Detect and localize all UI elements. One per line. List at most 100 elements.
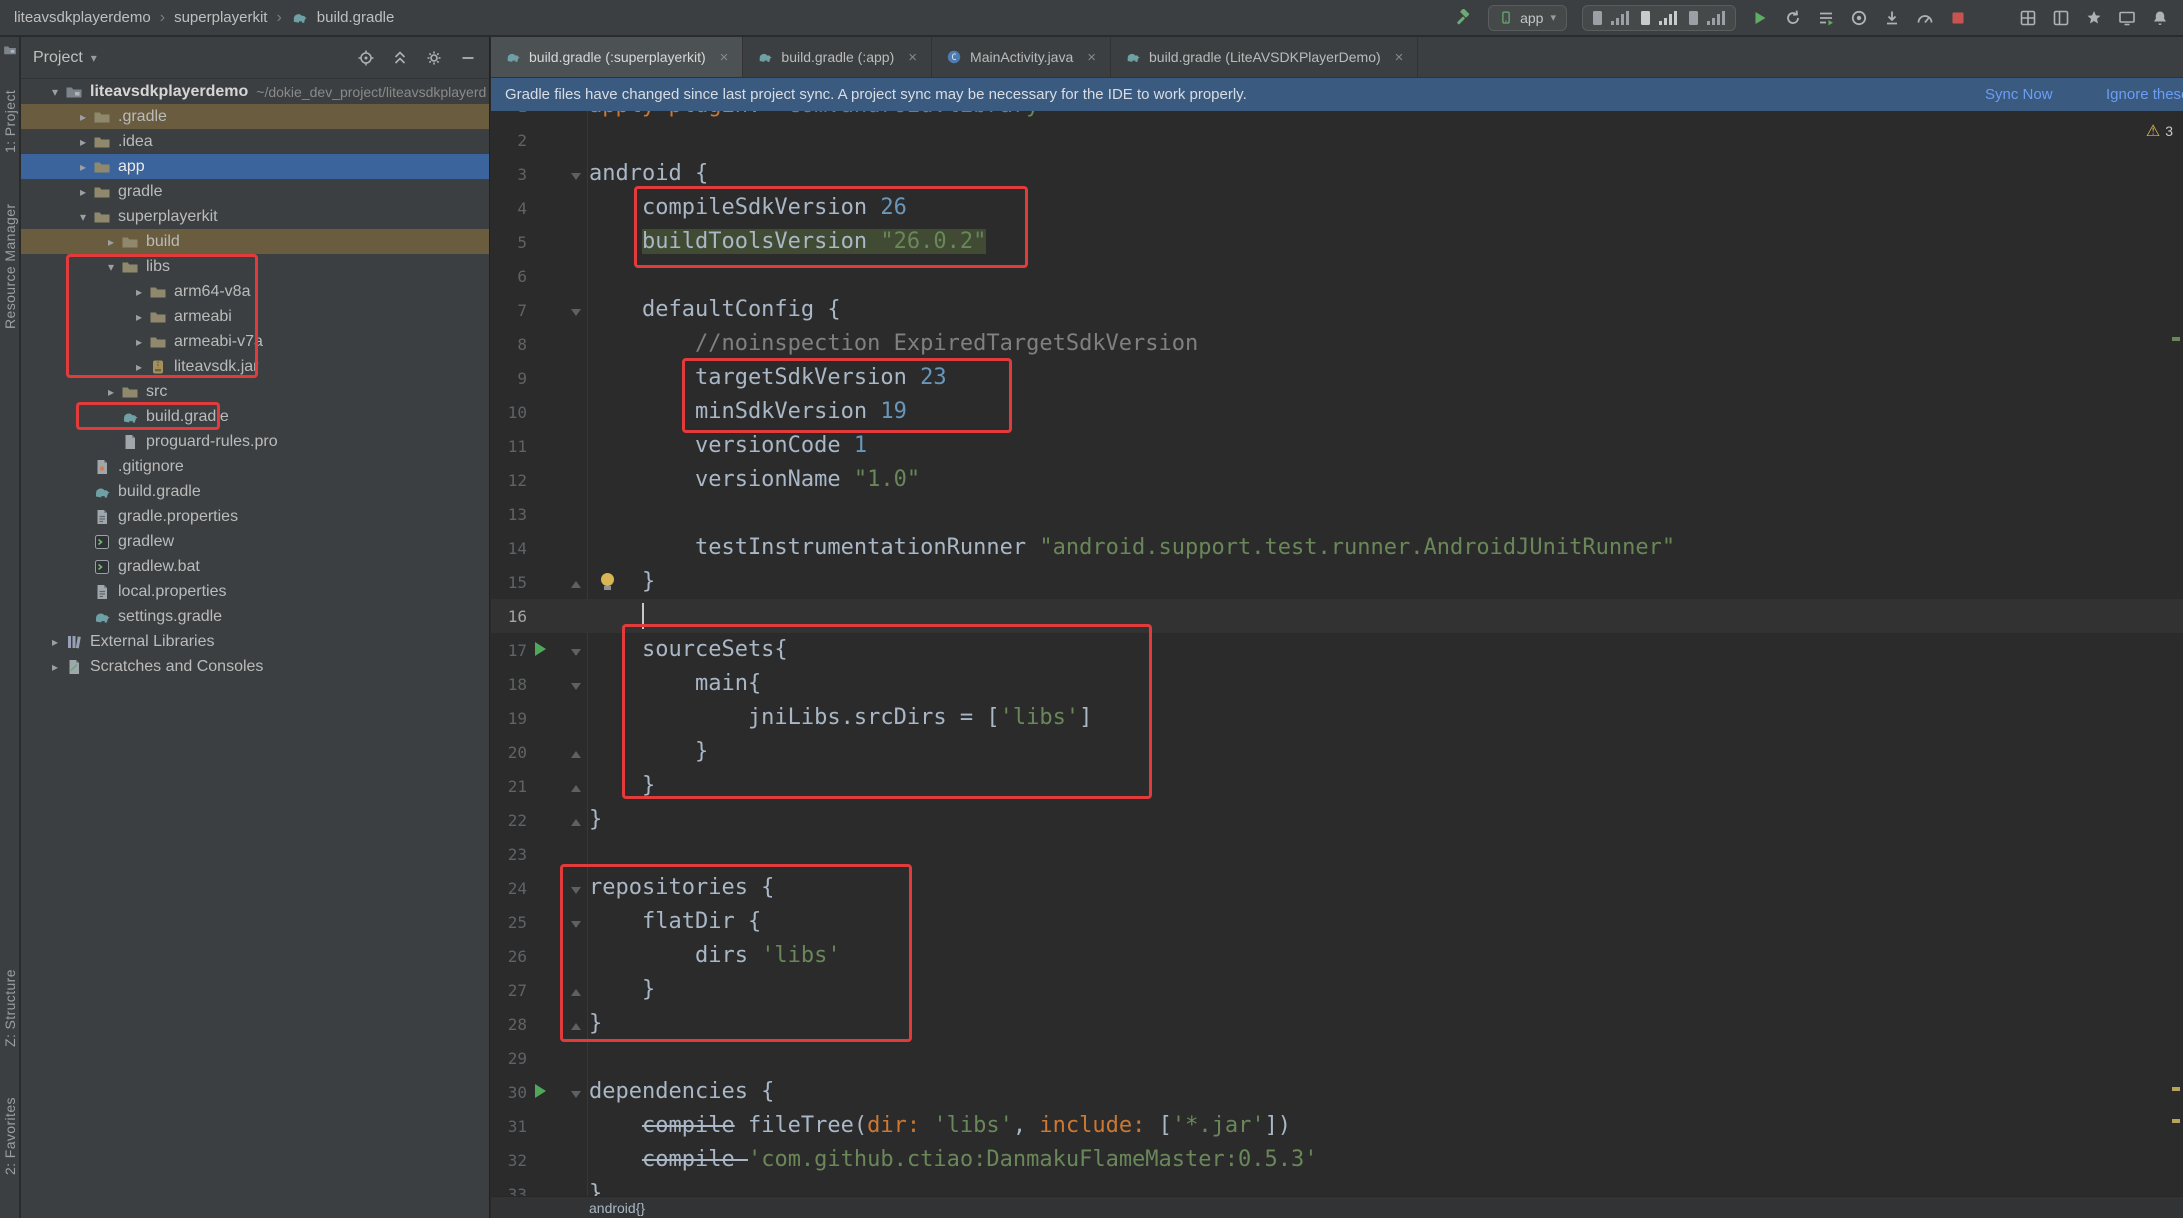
tree-item-settings-gradle[interactable]: settings.gradle (21, 604, 489, 629)
tab-close-icon[interactable]: × (1087, 49, 1096, 66)
tree-expand-arrow-icon[interactable]: ▾ (101, 260, 121, 274)
stop-icon[interactable] (1949, 9, 1967, 27)
run-line-icon[interactable] (535, 1084, 546, 1098)
code-line-15[interactable]: 15 } (491, 565, 2183, 599)
tree-expand-arrow-icon[interactable]: ▸ (129, 335, 149, 349)
error-stripe-mark[interactable] (2172, 1119, 2180, 1123)
fold-marker-icon[interactable] (571, 309, 581, 316)
tree-item-gradle[interactable]: ▸gradle (21, 179, 489, 204)
code-line-25[interactable]: 25 flatDir { (491, 905, 2183, 939)
fold-marker-icon[interactable] (571, 921, 581, 928)
code-line-33[interactable]: 33} (491, 1177, 2183, 1196)
editor-tab-build-gradle-app[interactable]: build.gradle (:app)× (743, 37, 932, 77)
tree-expand-arrow-icon[interactable]: ▾ (45, 85, 65, 99)
code-line-23[interactable]: 23 (491, 837, 2183, 871)
tree-item-armeabi[interactable]: ▸armeabi (21, 304, 489, 329)
code-line-13[interactable]: 13 (491, 497, 2183, 531)
breadcrumb-android-block[interactable]: android{} (589, 1200, 645, 1216)
code-line-27[interactable]: 27 } (491, 973, 2183, 1007)
tree-item-gradle-properties[interactable]: gradle.properties (21, 504, 489, 529)
line-number[interactable]: 27 (491, 974, 527, 1008)
ignore-changes-link[interactable]: Ignore these changes (2106, 78, 2183, 111)
code-line-5[interactable]: 5 buildToolsVersion "26.0.2" (491, 225, 2183, 259)
tree-item-idea[interactable]: ▸.idea (21, 129, 489, 154)
tree-item-arm64-v8a[interactable]: ▸arm64-v8a (21, 279, 489, 304)
line-number[interactable]: 17 (491, 634, 527, 668)
tree-expand-arrow-icon[interactable]: ▸ (45, 660, 65, 674)
code-line-11[interactable]: 11 versionCode 1 (491, 429, 2183, 463)
tree-item-superplayerkit[interactable]: ▾superplayerkit (21, 204, 489, 229)
breadcrumb-file[interactable]: build.gradle (317, 9, 395, 26)
tree-expand-arrow-icon[interactable]: ▸ (45, 635, 65, 649)
code-line-10[interactable]: 10 minSdkVersion 19 (491, 395, 2183, 429)
fold-marker-icon[interactable] (571, 887, 581, 894)
line-number[interactable]: 6 (491, 260, 527, 294)
tree-item-gradlew-bat[interactable]: gradlew.bat (21, 554, 489, 579)
line-number[interactable]: 13 (491, 498, 527, 532)
magic-star-icon[interactable] (2085, 9, 2103, 27)
settings-icon[interactable] (425, 49, 443, 67)
tool-button-structure[interactable]: Z: Structure (0, 948, 20, 1068)
fold-marker-icon[interactable] (571, 989, 581, 996)
code-line-31[interactable]: 31 compile fileTree(dir: 'libs', include… (491, 1109, 2183, 1143)
line-number[interactable]: 16 (491, 600, 527, 634)
build-hammer-icon[interactable] (1455, 9, 1473, 27)
line-number[interactable]: 26 (491, 940, 527, 974)
line-number[interactable]: 24 (491, 872, 527, 906)
tree-expand-arrow-icon[interactable]: ▸ (129, 285, 149, 299)
line-number[interactable]: 31 (491, 1110, 527, 1144)
line-number[interactable]: 14 (491, 532, 527, 566)
coverage-icon[interactable] (1850, 9, 1868, 27)
tree-item-local-properties[interactable]: local.properties (21, 579, 489, 604)
line-number[interactable]: 22 (491, 804, 527, 838)
code-line-21[interactable]: 21 } (491, 769, 2183, 803)
run-icon[interactable] (1751, 9, 1769, 27)
run-line-icon[interactable] (535, 642, 546, 656)
fold-marker-icon[interactable] (571, 683, 581, 690)
tab-close-icon[interactable]: × (1395, 49, 1404, 66)
line-number[interactable]: 28 (491, 1008, 527, 1042)
hide-icon[interactable] (459, 49, 477, 67)
line-number[interactable]: 7 (491, 294, 527, 328)
fold-marker-icon[interactable] (571, 751, 581, 758)
tool-button-resource-manager[interactable]: Resource Manager (0, 179, 20, 354)
line-number[interactable]: 9 (491, 362, 527, 396)
tree-item-gradle[interactable]: ▸.gradle (21, 104, 489, 129)
code-editor[interactable]: 1apply plugin: 'com.android.library'23an… (491, 78, 2183, 1196)
tree-item-src[interactable]: ▸src (21, 379, 489, 404)
line-number[interactable]: 8 (491, 328, 527, 362)
code-line-8[interactable]: 8 //noinspection ExpiredTargetSdkVersion (491, 327, 2183, 361)
line-number[interactable]: 23 (491, 838, 527, 872)
line-number[interactable]: 5 (491, 226, 527, 260)
tree-item-gitignore[interactable]: .gitignore (21, 454, 489, 479)
code-line-22[interactable]: 22} (491, 803, 2183, 837)
tree-expand-arrow-icon[interactable]: ▾ (73, 210, 93, 224)
code-line-4[interactable]: 4 compileSdkVersion 26 (491, 191, 2183, 225)
tree-item-app[interactable]: ▸app (21, 154, 489, 179)
notifications-bell-icon[interactable] (2151, 9, 2169, 27)
tree-item-scratches-and-consoles[interactable]: ▸Scratches and Consoles (21, 654, 489, 679)
code-line-19[interactable]: 19 jniLibs.srcDirs = ['libs'] (491, 701, 2183, 735)
tree-expand-arrow-icon[interactable]: ▸ (73, 185, 93, 199)
layout-panels-icon[interactable] (2052, 9, 2070, 27)
fold-marker-icon[interactable] (571, 173, 581, 180)
line-number[interactable]: 12 (491, 464, 527, 498)
line-number[interactable]: 4 (491, 192, 527, 226)
line-number[interactable]: 25 (491, 906, 527, 940)
code-line-20[interactable]: 20 } (491, 735, 2183, 769)
line-number[interactable]: 15 (491, 566, 527, 600)
editor-tab-mainactivity-java[interactable]: CMainActivity.java× (932, 37, 1111, 77)
tree-item-liteavsdkplayerdemo[interactable]: ▾liteavsdkplayerdemo~/dokie_dev_project/… (21, 79, 489, 104)
profiler-icon[interactable] (1916, 9, 1934, 27)
code-line-6[interactable]: 6 (491, 259, 2183, 293)
tree-item-proguard-rules-pro[interactable]: proguard-rules.pro (21, 429, 489, 454)
fold-marker-icon[interactable] (571, 1023, 581, 1030)
tree-expand-arrow-icon[interactable]: ▸ (73, 135, 93, 149)
run-list-icon[interactable] (1817, 9, 1835, 27)
error-stripe-mark[interactable] (2172, 337, 2180, 341)
device-cast-icon[interactable] (2118, 9, 2136, 27)
rerun-icon[interactable] (1784, 9, 1802, 27)
tree-item-gradlew[interactable]: gradlew (21, 529, 489, 554)
code-line-30[interactable]: 30dependencies { (491, 1075, 2183, 1109)
code-line-26[interactable]: 26 dirs 'libs' (491, 939, 2183, 973)
